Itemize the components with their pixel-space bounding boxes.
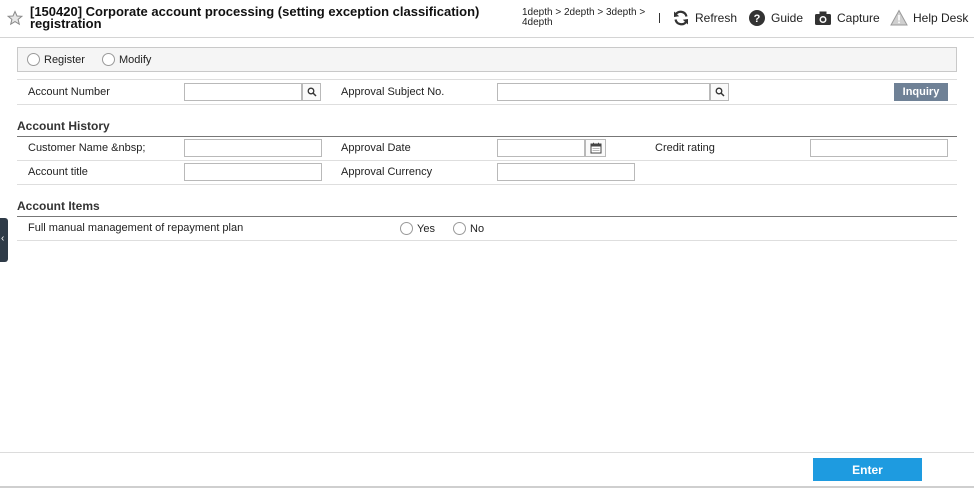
approval-subject-search-button[interactable] — [710, 83, 729, 101]
approval-subject-input[interactable] — [497, 83, 710, 101]
refresh-label: Refresh — [695, 11, 738, 25]
approval-subject-label: Approval Subject No. — [341, 86, 445, 98]
repayment-yes-radio[interactable]: Yes — [400, 222, 435, 235]
history-row-divider — [17, 160, 957, 161]
radio-circle-icon — [453, 222, 466, 235]
account-items-title: Account Items — [17, 199, 100, 213]
help-circle-icon: ? — [749, 10, 765, 26]
account-history-divider — [17, 136, 957, 137]
enter-button[interactable]: Enter — [813, 458, 922, 481]
breadcrumb: 1depth > 2depth > 3depth > 4depth — [522, 8, 657, 28]
search-row-top-border — [17, 79, 957, 80]
page-title: [150420] Corporate account processing (s… — [30, 5, 500, 31]
approval-currency-label: Approval Currency — [341, 166, 433, 178]
modify-radio[interactable]: Modify — [102, 53, 151, 66]
items-row-bottom-border — [17, 240, 957, 241]
page-title-line2: registration — [30, 16, 102, 31]
mode-selector: Register Modify — [17, 47, 957, 72]
account-number-input[interactable] — [184, 83, 302, 101]
account-title-label: Account title — [28, 166, 88, 178]
no-label: No — [470, 222, 485, 235]
refresh-button[interactable]: Refresh — [672, 9, 737, 27]
refresh-icon — [674, 10, 688, 26]
customer-name-label: Customer Name &nbsp; — [28, 142, 146, 154]
credit-rating-label: Credit rating — [655, 142, 715, 154]
approval-date-picker-button[interactable] — [585, 139, 606, 157]
radio-circle-icon — [400, 222, 413, 235]
chevron-left-icon: ‹ — [1, 233, 5, 244]
account-number-search-button[interactable] — [302, 83, 321, 101]
repayment-plan-label: Full manual management of repayment plan — [28, 222, 244, 234]
capture-label: Capture — [837, 11, 880, 25]
history-row-bottom-border — [17, 184, 957, 185]
account-number-label: Account Number — [28, 86, 110, 98]
radio-circle-icon — [102, 53, 115, 66]
repayment-no-radio[interactable]: No — [453, 222, 484, 235]
warning-triangle-icon — [890, 9, 908, 26]
register-label: Register — [44, 53, 85, 66]
favorite-star-icon[interactable] — [7, 10, 23, 26]
help-desk-label: Help Desk — [913, 11, 969, 25]
account-title-input[interactable] — [184, 163, 322, 181]
yes-label: Yes — [417, 222, 435, 235]
help-desk-button[interactable]: Help Desk — [890, 9, 968, 27]
search-row-bottom-border — [17, 104, 957, 105]
approval-date-input[interactable] — [497, 139, 585, 157]
approval-date-label: Approval Date — [341, 142, 411, 154]
page-header: [150420] Corporate account processing (s… — [0, 0, 974, 38]
breadcrumb-line2: 4depth — [522, 17, 553, 28]
footer-divider — [0, 452, 974, 453]
modify-label: Modify — [119, 53, 152, 66]
sidebar-toggle-tab[interactable]: ‹ — [0, 218, 8, 262]
radio-circle-icon — [27, 53, 40, 66]
footer-bottom-border — [0, 486, 974, 488]
capture-button[interactable]: Capture — [814, 9, 880, 27]
header-separator — [659, 13, 660, 23]
account-history-title: Account History — [17, 119, 110, 133]
account-items-divider — [17, 216, 957, 217]
guide-label: Guide — [771, 11, 804, 25]
calendar-icon — [590, 142, 601, 154]
customer-name-input[interactable] — [184, 139, 322, 157]
svg-text:?: ? — [754, 13, 761, 25]
inquiry-button[interactable]: Inquiry — [894, 83, 948, 101]
register-radio[interactable]: Register — [27, 53, 85, 66]
credit-rating-input[interactable] — [810, 139, 948, 157]
approval-currency-input[interactable] — [497, 163, 635, 181]
guide-button[interactable]: ? Guide — [748, 9, 803, 27]
search-icon — [307, 87, 317, 97]
camera-icon — [815, 11, 831, 25]
search-icon — [715, 87, 725, 97]
